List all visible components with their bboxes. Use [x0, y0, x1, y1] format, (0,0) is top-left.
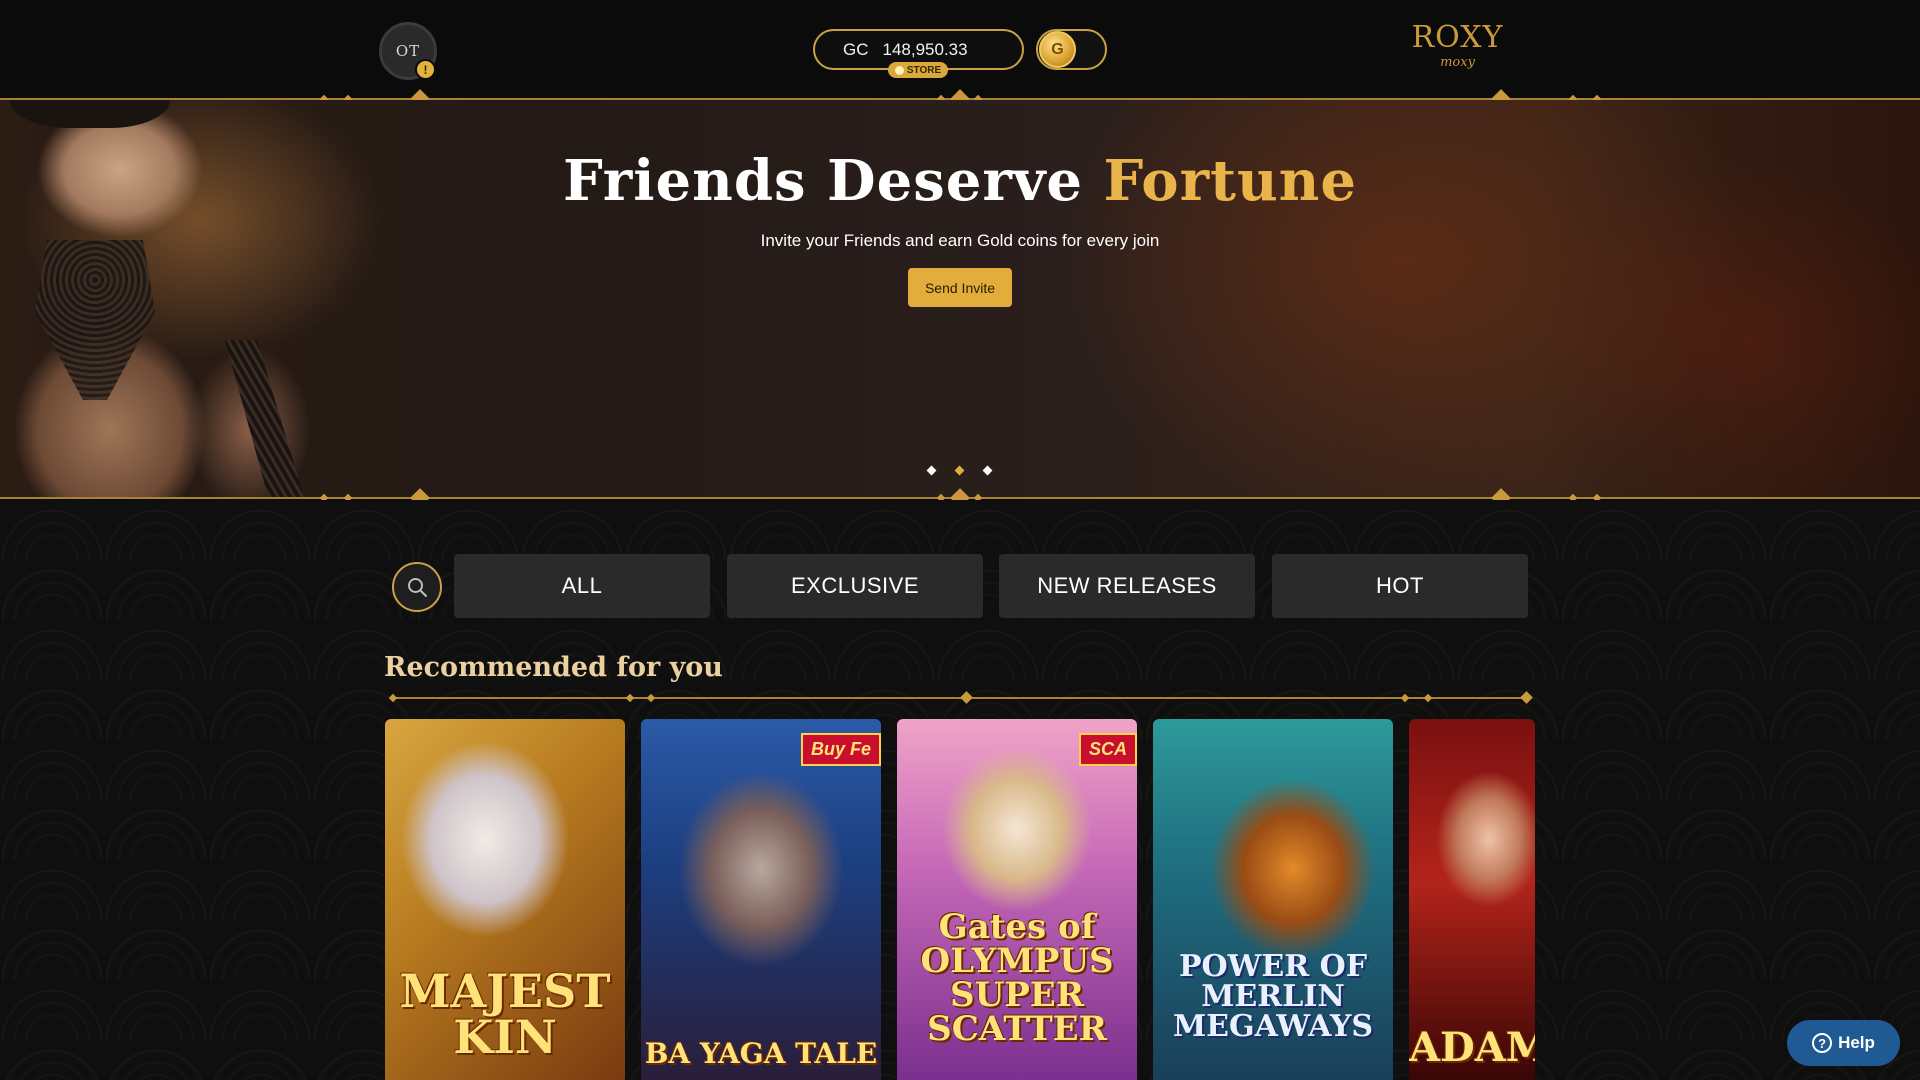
tab-all[interactable]: ALL [454, 554, 710, 618]
store-button[interactable]: STORE [888, 62, 948, 78]
game-ribbon: SCA [1078, 733, 1137, 766]
masquerade-mask [10, 100, 170, 128]
send-invite-button[interactable]: Send Invite [908, 268, 1012, 307]
section-title: Recommended for you [384, 652, 723, 683]
game-title: MAJEST KIN [399, 964, 611, 1064]
gold-coin-icon[interactable]: G [1039, 31, 1076, 68]
help-label: Help [1838, 1033, 1875, 1052]
hero-title-accent: Fortune [1103, 148, 1358, 214]
game-title: POWER OF MERLIN MEGAWAYS [1172, 949, 1374, 1044]
search-button[interactable] [392, 562, 442, 612]
hero-subtitle: Invite your Friends and earn Gold coins … [760, 231, 1160, 250]
lace-collar [35, 240, 155, 400]
game-title: Gates of OLYMPUS SUPER SCATTER [920, 907, 1114, 1049]
logo-subtitle: moxy [1440, 55, 1475, 70]
avatar-alert-badge: ! [415, 59, 436, 80]
search-icon [408, 578, 427, 597]
game-title: BA YAGA TALE [644, 1037, 878, 1070]
game-card-power-of-merlin[interactable]: POWER OF MERLIN MEGAWAYS [1153, 719, 1393, 1080]
hero-title: Friends Deserve Fortune [0, 148, 1920, 214]
balance-value: 148,950.33 [882, 39, 968, 59]
dress-strap [225, 340, 305, 498]
help-icon: ? [1812, 1033, 1833, 1053]
store-label: STORE [906, 64, 942, 76]
help-button[interactable]: ? Help [1787, 1020, 1900, 1066]
game-title: ADAM [1409, 1024, 1535, 1071]
coin-icon [894, 65, 904, 75]
avatar-initials: OT [395, 42, 421, 60]
hero-title-main: Friends Deserve [562, 148, 1084, 214]
balance-currency: GC [843, 39, 869, 59]
site-logo[interactable]: ROXY moxy [1395, 20, 1520, 76]
logo-wordmark: ROXY [1411, 20, 1504, 55]
coin-symbol: G [1051, 40, 1064, 58]
tab-hot[interactable]: HOT [1272, 554, 1528, 618]
game-card-baba-yaga-tales[interactable]: Buy Fe BA YAGA TALE [641, 719, 881, 1080]
tab-new-releases[interactable]: NEW RELEASES [999, 554, 1255, 618]
game-card-gates-of-olympus[interactable]: SCA Gates of OLYMPUS SUPER SCATTER [897, 719, 1137, 1080]
top-header: OT ! GC 148,950.33 STORE G ROXY moxy [0, 0, 1920, 99]
game-ribbon: Buy Fe [800, 733, 881, 766]
game-card-majestic-king[interactable]: MAJEST KIN [385, 719, 625, 1080]
tab-exclusive[interactable]: EXCLUSIVE [727, 554, 983, 618]
game-card-madame[interactable]: ADAM [1409, 719, 1535, 1080]
